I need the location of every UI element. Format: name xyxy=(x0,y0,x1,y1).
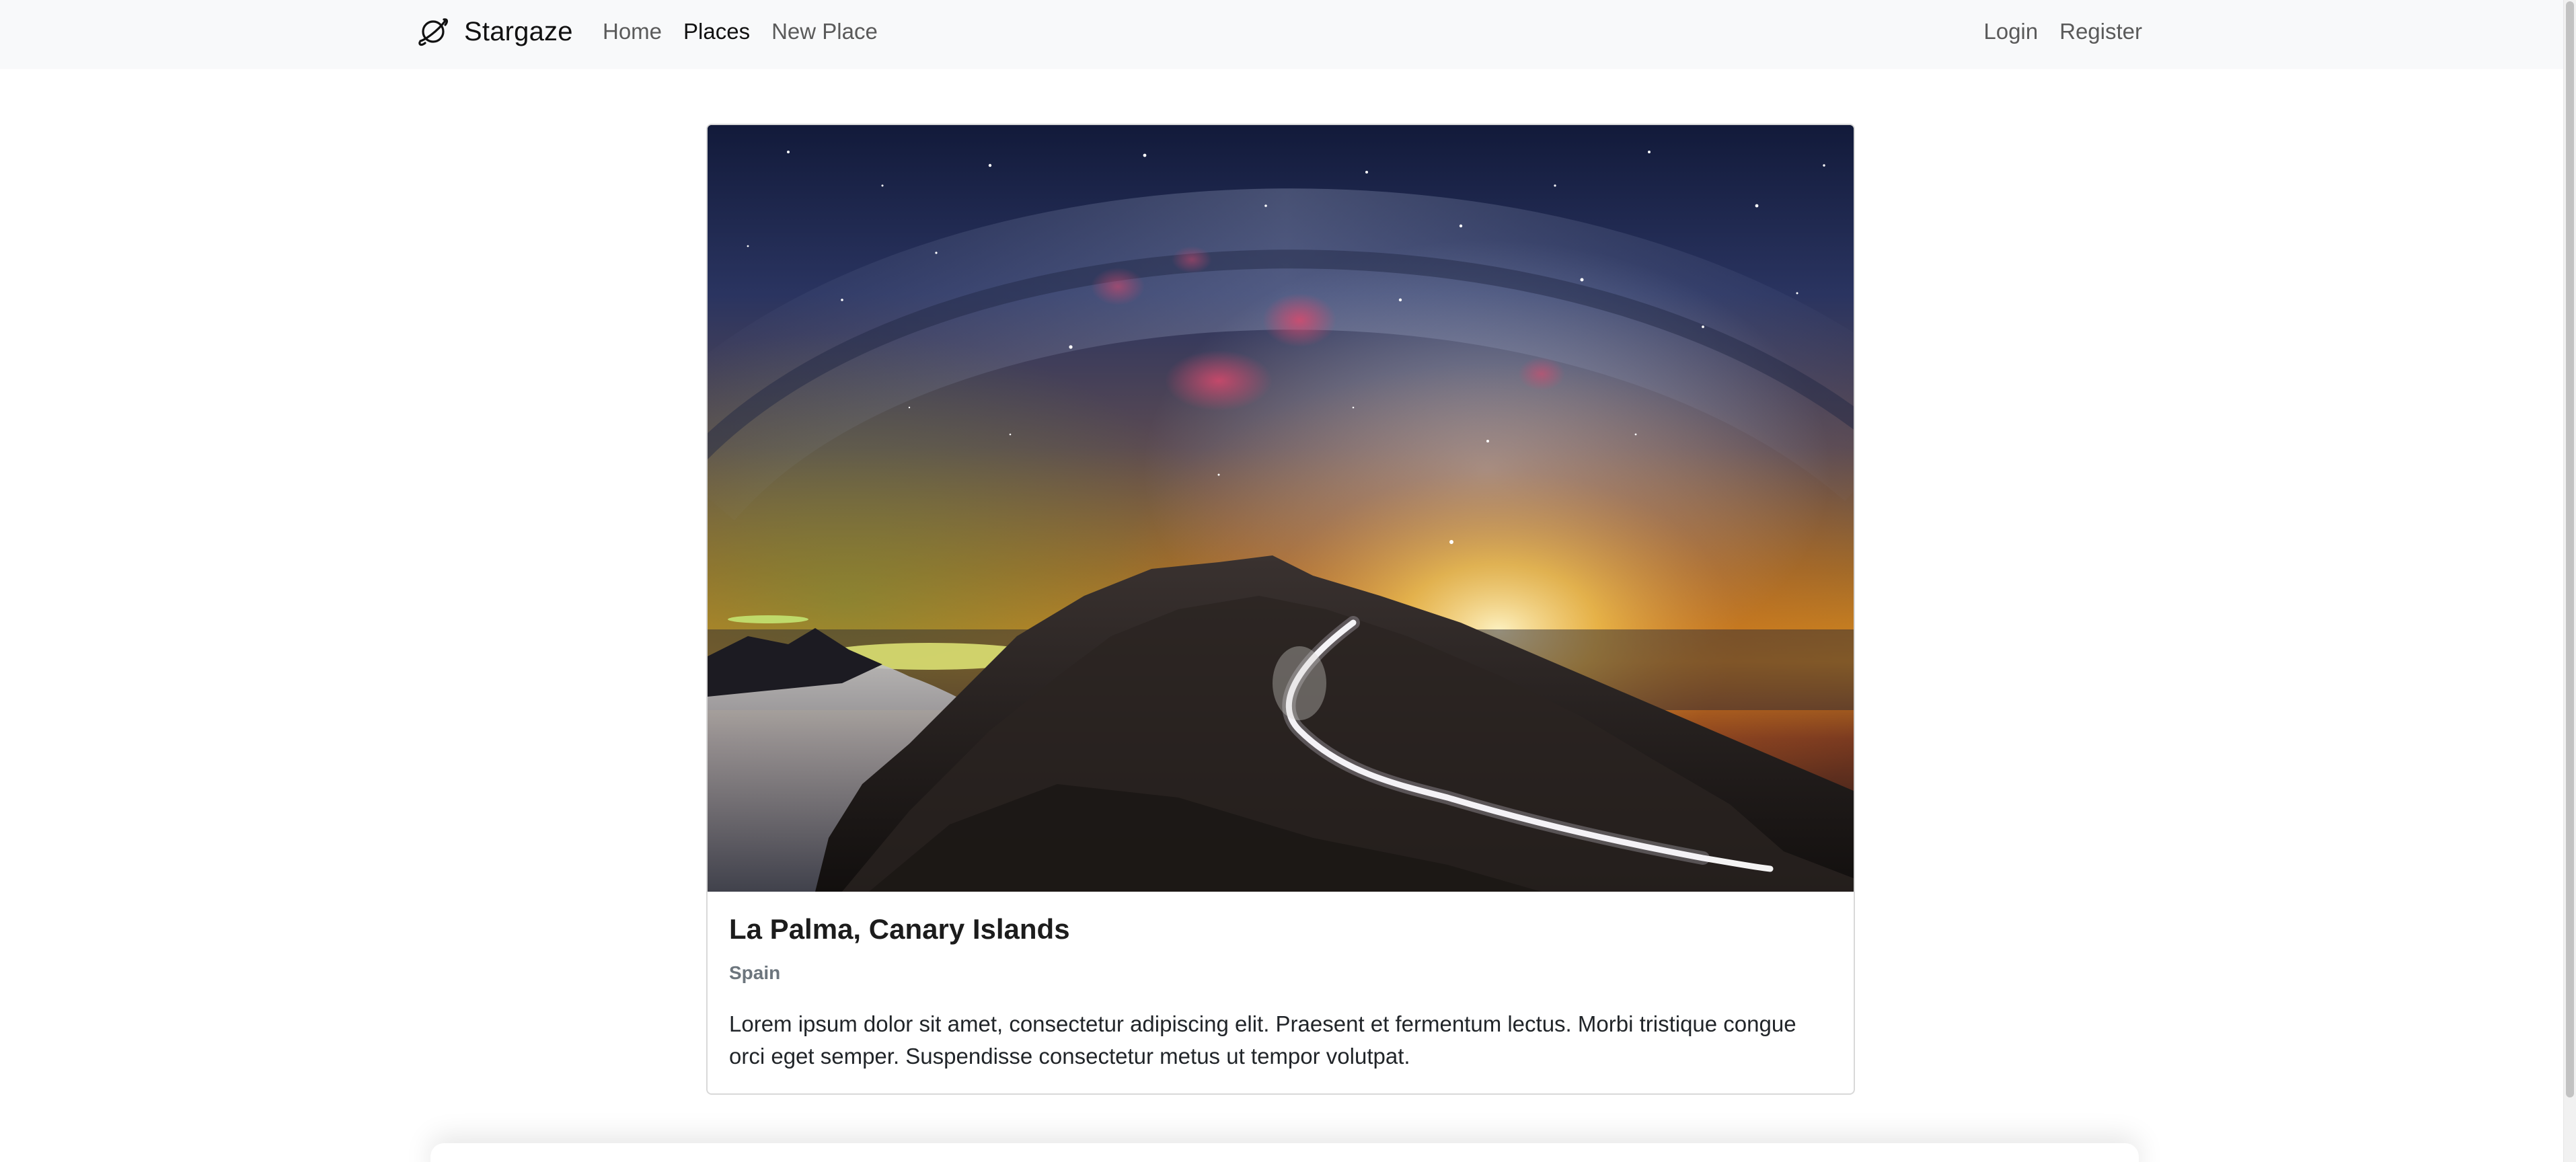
nav-link-home[interactable]: Home xyxy=(603,19,662,44)
nav-link-new-place[interactable]: New Place xyxy=(771,19,878,44)
planet-icon xyxy=(417,15,449,48)
place-card: La Palma, Canary Islands Spain Lorem ips… xyxy=(706,124,1855,1095)
scrollbar[interactable] xyxy=(2563,0,2576,1162)
scrollbar-thumb[interactable] xyxy=(2566,1,2574,1097)
nav-links-right: Login Register xyxy=(1962,0,2142,63)
page: Stargaze Home Places New Place Login Reg… xyxy=(0,0,2576,1162)
brand-name: Stargaze xyxy=(464,16,573,46)
navbar: Stargaze Home Places New Place Login Reg… xyxy=(0,0,2576,69)
nav-link-places[interactable]: Places xyxy=(683,19,750,44)
nav-links-left: Home Places New Place xyxy=(603,0,899,63)
next-card-shadow xyxy=(430,1143,2139,1162)
place-image xyxy=(708,125,1854,892)
nav-link-login[interactable]: Login xyxy=(1983,19,2038,44)
brand-link[interactable]: Stargaze xyxy=(417,0,573,63)
place-title: La Palma, Canary Islands xyxy=(729,913,1070,945)
place-country: Spain xyxy=(729,962,781,983)
place-description: Lorem ipsum dolor sit amet, consectetur … xyxy=(729,1011,1796,1069)
nav-link-register[interactable]: Register xyxy=(2059,19,2142,44)
place-card-body: La Palma, Canary Islands Spain Lorem ips… xyxy=(708,892,1854,1073)
